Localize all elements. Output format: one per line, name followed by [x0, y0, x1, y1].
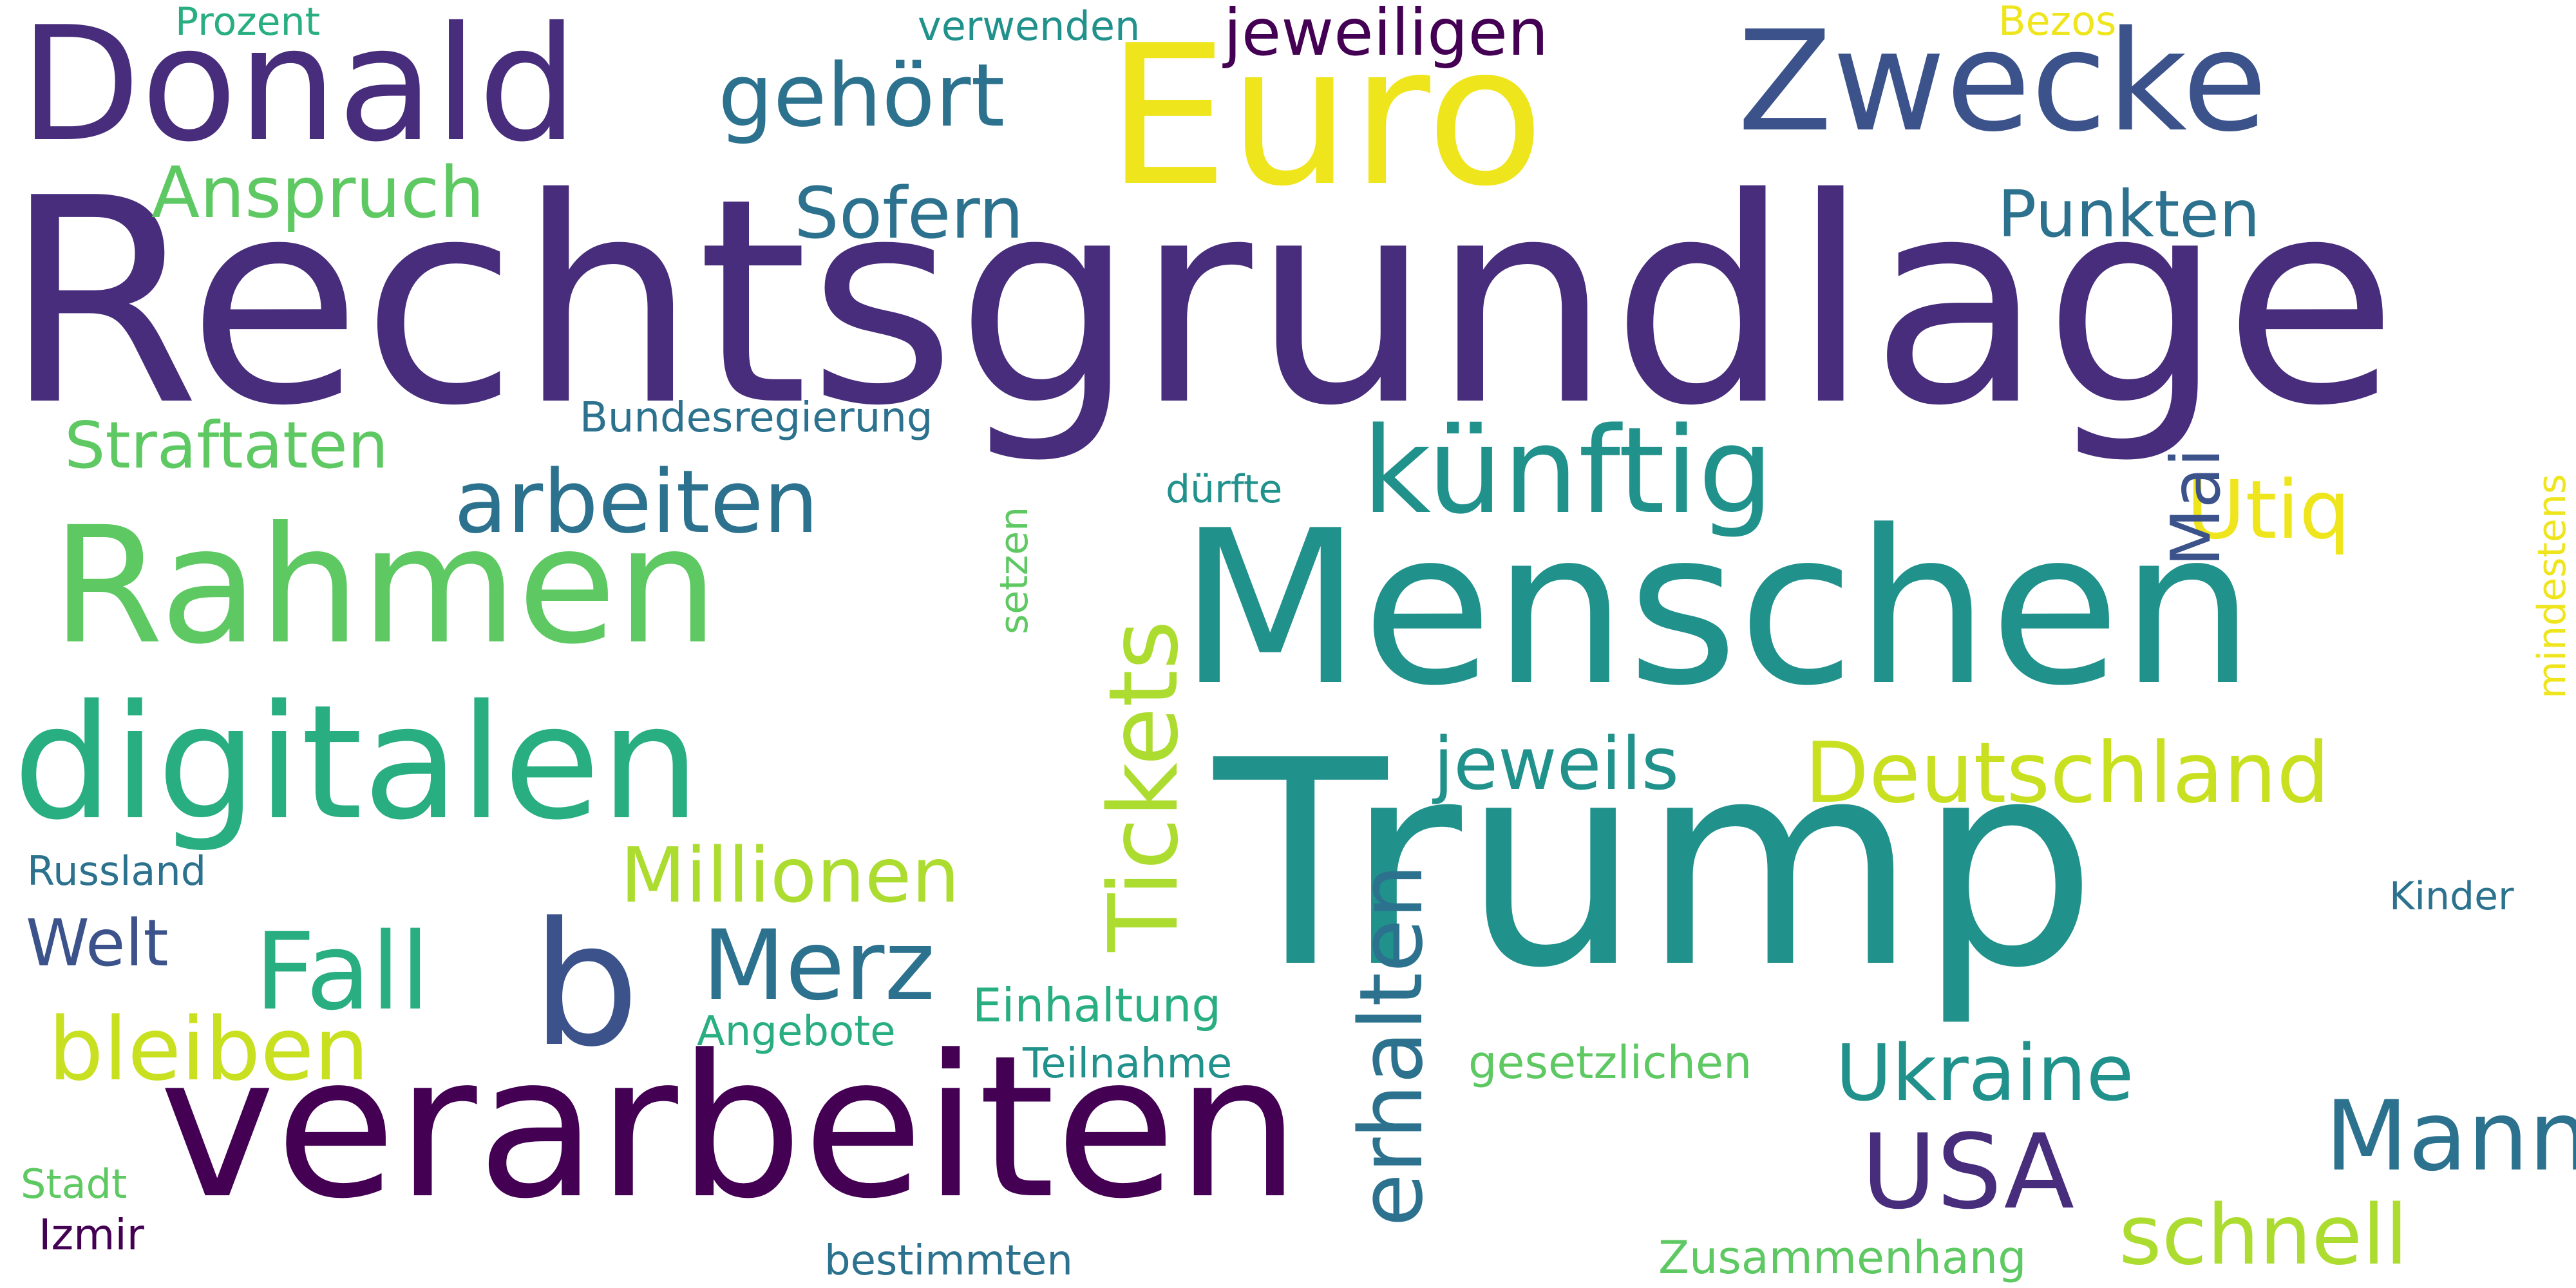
word-angebote: Angebote: [697, 1008, 896, 1056]
word-merz: Merz: [702, 910, 936, 1022]
word-bestimmten: bestimmten: [824, 1237, 1073, 1285]
word-setzen: setzen: [992, 506, 1037, 634]
word-kinder: Kinder: [2389, 874, 2514, 919]
word-anspruch: Anspruch: [151, 151, 485, 234]
word-deutschland: Deutschland: [1804, 724, 2330, 822]
word-duerfte: dürfte: [1166, 467, 1283, 512]
word-tickets: Tickets: [1088, 620, 1199, 952]
word-straftaten: Straftaten: [64, 408, 389, 483]
word-izmir: Izmir: [39, 1210, 144, 1260]
word-zusammenhang: Zusammenhang: [1658, 1231, 2027, 1284]
word-verwenden: verwenden: [918, 3, 1141, 50]
word-arbeiten: arbeiten: [454, 451, 819, 553]
word-mai: Mai: [2157, 448, 2235, 567]
word-gesetzlichen: gesetzlichen: [1468, 1036, 1752, 1089]
word-bezos: Bezos: [1998, 0, 2117, 44]
word-bleiben: bleiben: [48, 999, 370, 1100]
word-bundesregierung: Bundesregierung: [580, 394, 933, 442]
word-sofern: Sofern: [794, 172, 1024, 254]
word-usa: USA: [1861, 1112, 2075, 1232]
word-jeweiligen: jeweiligen: [1224, 0, 1549, 70]
word-jeweils: jeweils: [1434, 723, 1680, 806]
word-mindestens: mindestens: [2530, 473, 2575, 699]
word-ukraine: Ukraine: [1835, 1029, 2134, 1119]
word-b: b: [531, 886, 640, 1084]
word-welt: Welt: [26, 905, 169, 981]
word-stadt: Stadt: [21, 1160, 128, 1208]
word-russland: Russland: [27, 848, 207, 895]
word-einhaltung: Einhaltung: [972, 978, 1222, 1032]
word-cloud: Rechtsgrundlage verarbeiten Menschen Tru…: [0, 0, 2576, 1288]
word-millionen: Millionen: [620, 831, 960, 920]
word-prozent: Prozent: [175, 0, 321, 44]
word-punkten: Punkten: [1998, 176, 2260, 252]
word-teilnahme: Teilnahme: [1023, 1040, 1233, 1088]
word-gehoert: gehört: [718, 45, 1005, 146]
word-digitalen: digitalen: [13, 671, 701, 855]
word-schnell: schnell: [2119, 1188, 2409, 1283]
word-kuenftig: künftig: [1362, 401, 1774, 540]
word-erhalten: erhalten: [1341, 864, 1442, 1227]
word-mann: Mann: [2325, 1081, 2576, 1193]
